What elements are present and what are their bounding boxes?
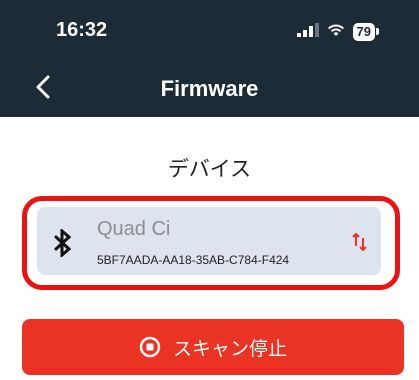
- device-id: 5BF7AADA-AA18-35AB-C784-F424: [97, 253, 290, 267]
- signal-icon: [296, 22, 319, 41]
- page-title: Firmware: [160, 76, 259, 101]
- status-icons: 79: [296, 22, 379, 41]
- status-time: 16:32: [56, 19, 108, 41]
- stop-scan-button[interactable]: スキャン停止: [22, 319, 404, 375]
- section-label-device: デバイス: [167, 157, 252, 181]
- device-list-item[interactable]: Quad Ci 5BF7AADA-AA18-35AB-C784-F424: [37, 207, 381, 275]
- stop-circle-icon: [139, 336, 161, 358]
- arrows-up-down-icon: [351, 232, 369, 252]
- wifi-icon: [327, 22, 345, 41]
- bluetooth-icon: [52, 227, 74, 259]
- battery-icon: 79: [352, 22, 379, 41]
- device-name: Quad Ci: [97, 218, 171, 240]
- app-header: 16:32 79 Firmware: [0, 0, 419, 117]
- stop-scan-label: スキャン停止: [172, 337, 287, 360]
- battery-level: 79: [352, 22, 375, 41]
